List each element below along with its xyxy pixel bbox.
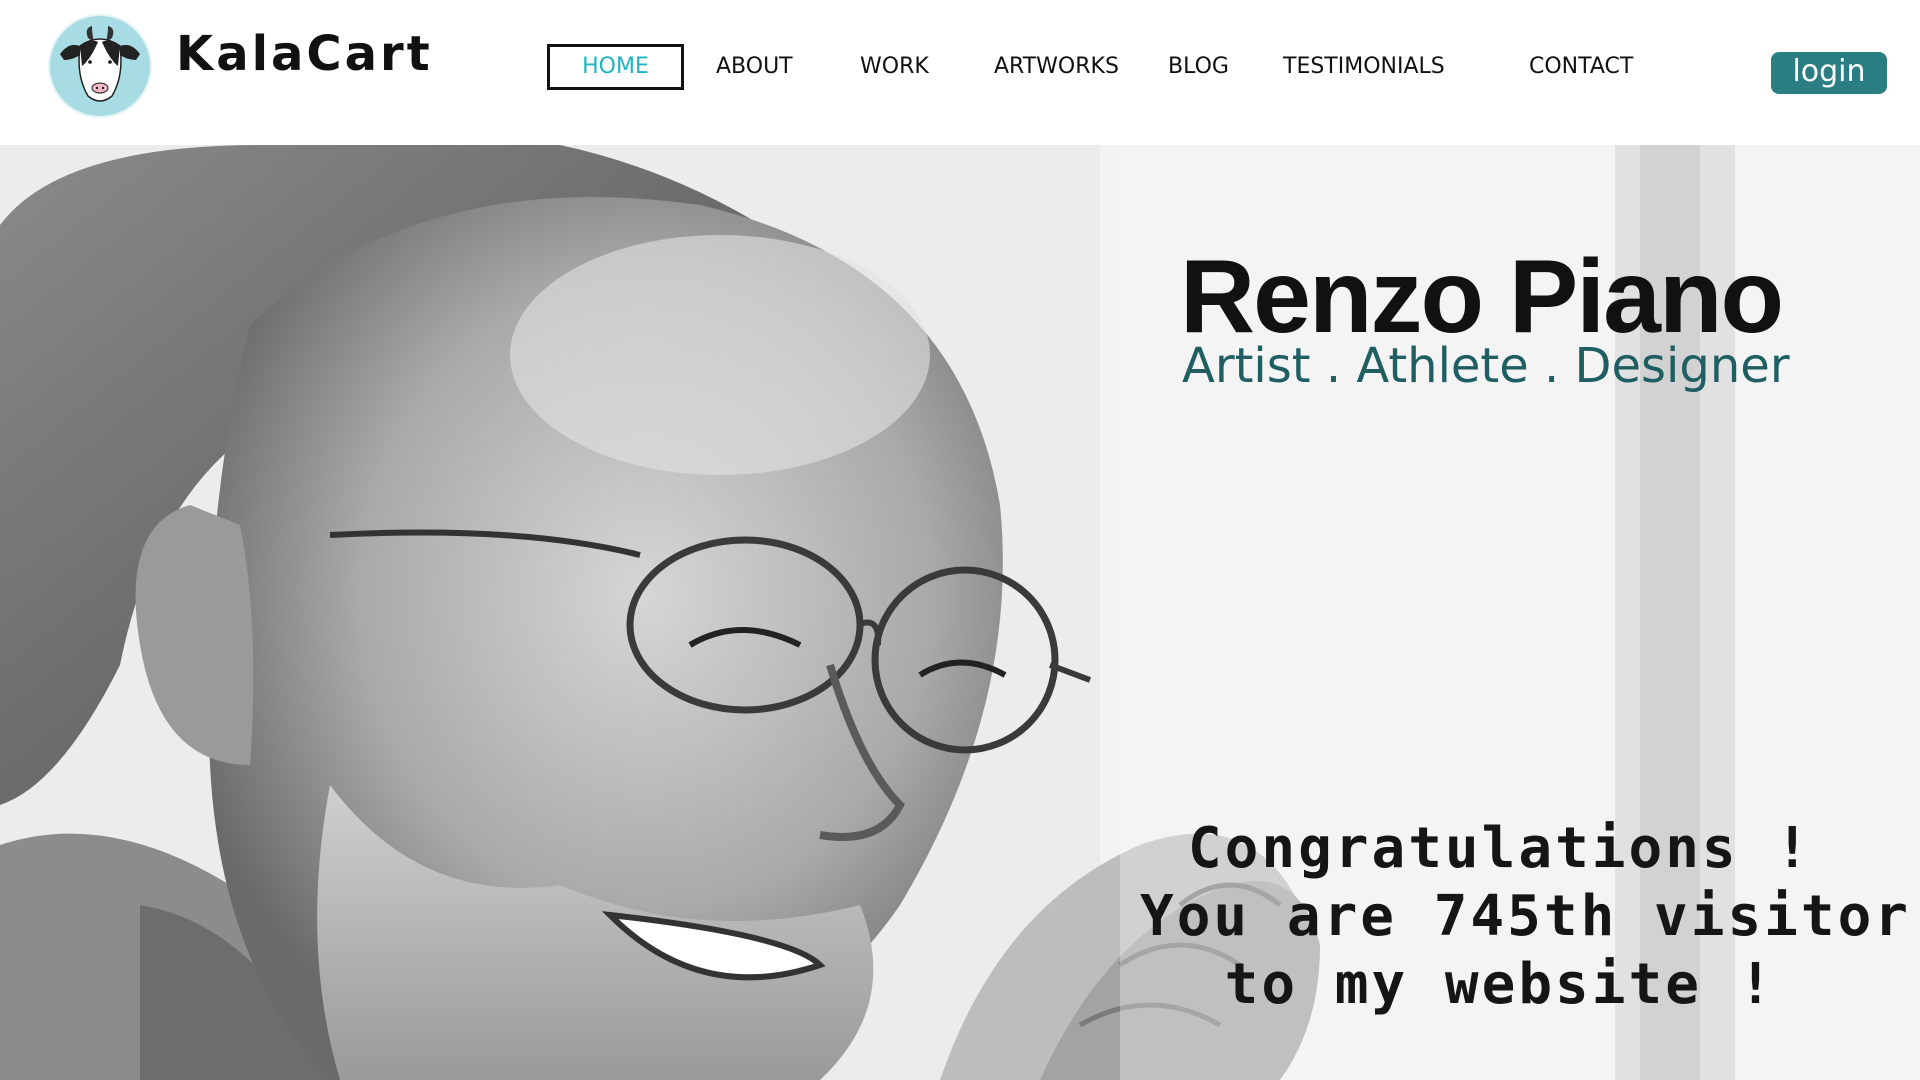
visitor-message-line: Congratulations ! — [1187, 816, 1813, 881]
hero-section: Renzo Piano Artist . Athlete . Designer … — [0, 145, 1920, 1080]
main-nav: HOME ABOUT WORK ARTWORKS BLOG TESTIMONIA… — [0, 0, 1920, 145]
nav-about[interactable]: ABOUT — [716, 44, 793, 90]
nav-artworks[interactable]: ARTWORKS — [994, 44, 1119, 90]
visitor-counter-message: Congratulations ! You are 745th visitor … — [1140, 815, 1912, 1019]
nav-testimonials[interactable]: TESTIMONIALS — [1283, 44, 1445, 90]
login-button[interactable]: login — [1771, 52, 1887, 94]
nav-contact[interactable]: CONTACT — [1529, 44, 1633, 90]
hero-subtitle: Artist . Athlete . Designer — [1182, 338, 1790, 394]
page: KalaCart HOME ABOUT WORK ARTWORKS BLOG T… — [0, 0, 1920, 1080]
nav-work[interactable]: WORK — [860, 44, 929, 90]
nav-blog[interactable]: BLOG — [1168, 44, 1229, 90]
hero-title: Renzo Piano — [1180, 239, 1784, 355]
site-header: KalaCart HOME ABOUT WORK ARTWORKS BLOG T… — [0, 0, 1920, 145]
visitor-message-line: to my website ! — [1224, 952, 1776, 1017]
visitor-message-line: You are 745th visitor — [1140, 884, 1912, 949]
nav-home[interactable]: HOME — [547, 44, 684, 90]
